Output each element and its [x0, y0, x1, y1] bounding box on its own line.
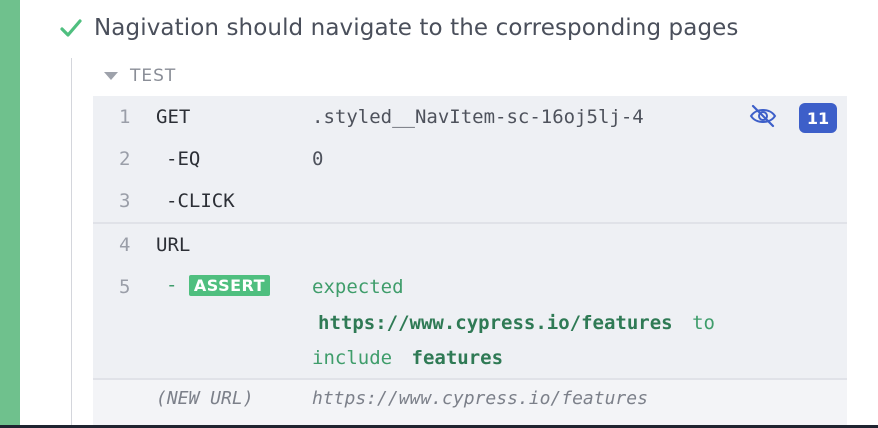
command-name: URL — [156, 234, 191, 256]
command-name: -EQ — [166, 148, 201, 170]
assert-url: https://www.cypress.io/features — [318, 312, 673, 334]
assert-url-line: https://www.cypress.io/features to — [318, 312, 715, 334]
group-divider — [93, 222, 847, 224]
row-number: 1 — [119, 106, 131, 128]
new-url-label: (NEW URL) — [156, 388, 254, 409]
command-name: -CLICK — [166, 190, 235, 212]
row-number: 3 — [119, 190, 131, 212]
assert-value: features — [411, 347, 504, 369]
eye-slash-icon[interactable] — [748, 103, 778, 129]
assert-command: - ASSERT — [166, 274, 271, 296]
command-arg: 0 — [312, 148, 324, 170]
test-title[interactable]: Nagivation should navigate to the corres… — [60, 10, 738, 46]
test-section-header[interactable]: TEST — [104, 62, 176, 90]
command-name: GET — [156, 106, 191, 128]
section-label: TEST — [130, 66, 177, 86]
row-number: 5 — [119, 276, 131, 298]
assert-badge: ASSERT — [188, 275, 271, 296]
new-url-value: https://www.cypress.io/features — [312, 388, 648, 409]
tree-line — [71, 58, 72, 428]
command-arg: .styled__NavItem-sc-16oj5lj-4 — [312, 106, 644, 128]
assert-dash: - — [166, 274, 178, 296]
command-log-panel: 1 GET .styled__NavItem-sc-16oj5lj-4 11 2… — [93, 96, 847, 428]
row-number: 2 — [119, 148, 131, 170]
assert-to: to — [692, 312, 715, 334]
element-count-badge[interactable]: 11 — [799, 103, 837, 133]
caret-down-icon[interactable] — [104, 72, 118, 80]
assert-include: include — [312, 347, 393, 369]
assert-include-line: include features — [312, 347, 503, 369]
test-title-text: Nagivation should navigate to the corres… — [94, 15, 739, 41]
pass-status-bar — [0, 0, 20, 428]
check-icon — [60, 19, 82, 37]
row-number: 4 — [119, 234, 131, 256]
assert-expected: expected — [312, 276, 404, 298]
